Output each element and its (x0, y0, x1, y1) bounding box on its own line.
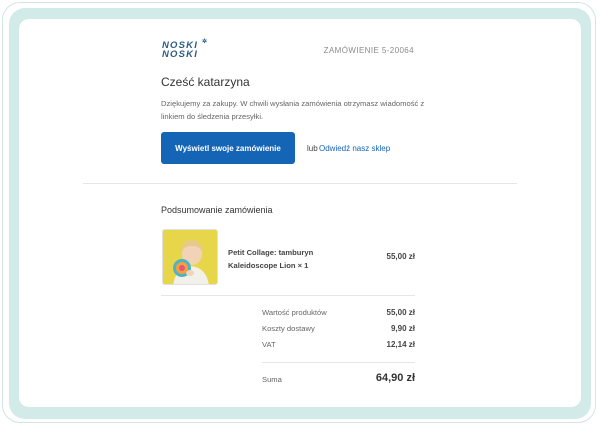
brand-logo[interactable]: NOSKI NOSKI ✲ (162, 39, 209, 60)
section-divider (83, 183, 517, 184)
or-text: lub (307, 144, 318, 153)
product-photo-icon (163, 230, 217, 284)
total-label: Suma (262, 375, 282, 384)
greeting-heading: Cześć katarzyna (161, 75, 250, 89)
total-divider (262, 362, 415, 363)
vat-value: 12,14 zł (386, 340, 415, 349)
product-thumbnail (162, 229, 218, 285)
summary-title: Podsumowanie zamówienia (161, 205, 273, 215)
item-name: Petit Collage: tamburyn Kaleidoscope Lio… (228, 248, 314, 270)
subtotal-label: Wartość produktów (262, 308, 327, 317)
item-price: 55,00 zł (386, 252, 415, 261)
shipping-label: Koszty dostawy (262, 324, 315, 333)
subtotal-value: 55,00 zł (386, 308, 415, 317)
logo-star-icon: ✲ (202, 39, 209, 45)
shipping-value: 9,90 zł (390, 324, 415, 333)
logo-line-2: NOSKI (162, 49, 199, 60)
view-order-button[interactable]: Wyświetl swoje zamówienie (161, 132, 295, 164)
visit-shop-link[interactable]: Odwiedź nasz sklep (319, 144, 390, 153)
email-card: NOSKI NOSKI ✲ ZAMÓWIENIE 5-20064 Cześć k… (19, 19, 581, 407)
intro-text: Dziękujemy za zakupy. W chwili wysłania … (161, 99, 425, 121)
vat-label: VAT (262, 340, 276, 349)
total-value: 64,90 zł (375, 372, 415, 384)
order-number: ZAMÓWIENIE 5-20064 (323, 46, 414, 55)
items-divider (161, 295, 415, 296)
